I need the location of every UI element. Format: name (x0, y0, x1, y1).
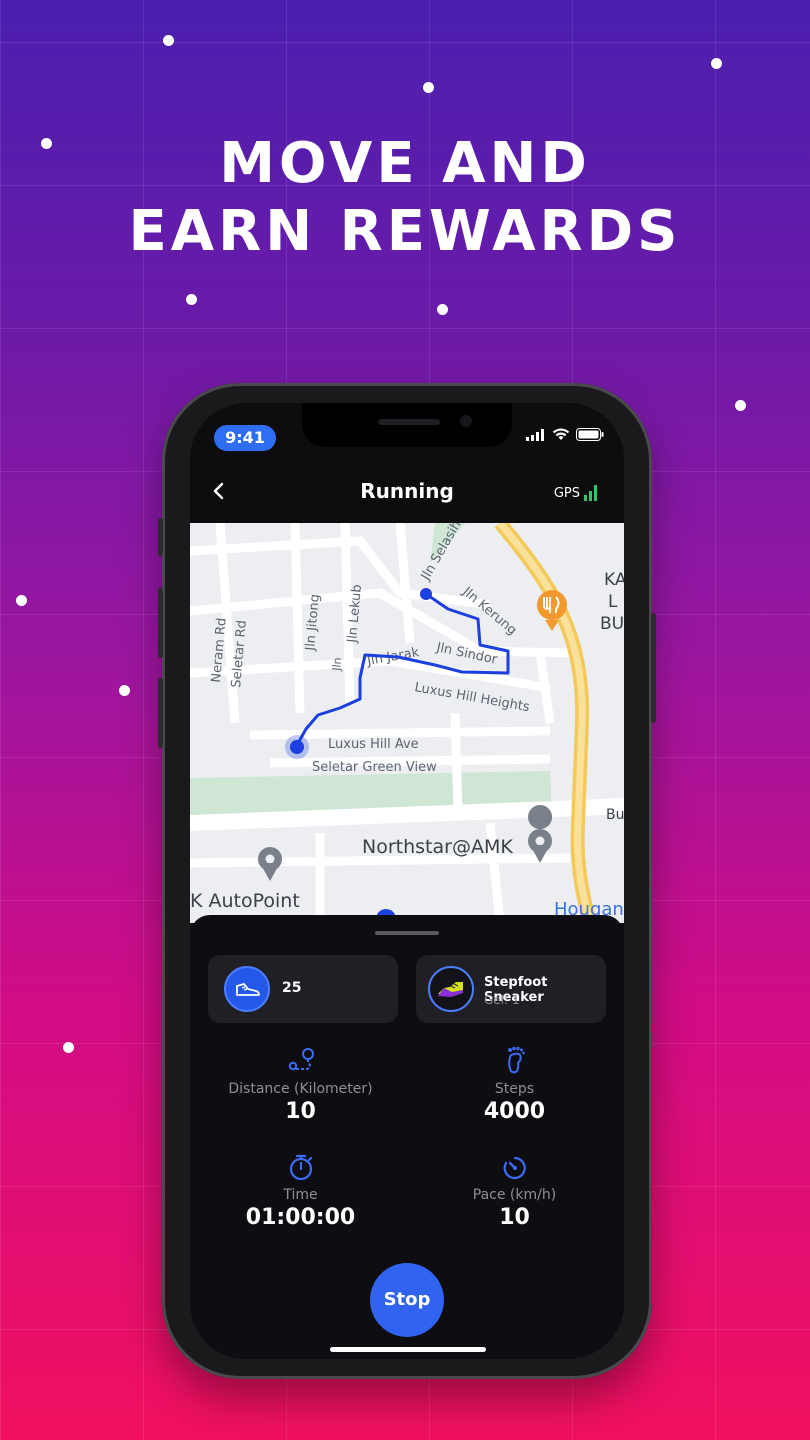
star-decoration (711, 58, 722, 69)
place-label: Northstar@AMK (362, 836, 513, 858)
signal-icon (526, 428, 544, 441)
home-indicator[interactable] (330, 1347, 486, 1352)
pace-stat: Pace (km/h) 10 (406, 1151, 623, 1230)
speaker (378, 419, 440, 425)
status-icons (526, 428, 604, 441)
notch (302, 403, 512, 447)
sneaker-avatar (428, 966, 474, 1012)
star-decoration (437, 304, 448, 315)
current-position-marker (290, 740, 304, 754)
shoe-icon (236, 983, 260, 996)
tokens-card[interactable]: 25 (208, 955, 398, 1023)
area-label: KA (604, 570, 624, 590)
route-pin-icon (288, 1048, 314, 1071)
route-start-marker (420, 588, 432, 600)
steps-value: 4000 (483, 1099, 546, 1124)
street-label: Luxus Hill Ave (328, 737, 419, 752)
area-label: BU (600, 614, 624, 634)
map-canvas[interactable]: Jln Selasih Jln Kerung Jln Sindor Jln Ji… (190, 523, 624, 923)
area-label: Bu (606, 807, 624, 823)
hero-line-2: EARN REWARDS (128, 199, 682, 264)
stop-button[interactable]: Stop (370, 1263, 444, 1337)
star-decoration (16, 595, 27, 606)
gps-signal-icon (584, 485, 597, 501)
phone-frame: 9:41 Running GPS Jln Selasih Jln Kerung … (158, 383, 656, 1379)
footprint-icon (507, 1046, 525, 1074)
time-label: Time (283, 1187, 318, 1203)
status-time: 9:41 (214, 425, 276, 451)
steps-label: Steps (494, 1081, 535, 1097)
phone-side-button (158, 588, 163, 658)
star-decoration (735, 400, 746, 411)
app-header: Running GPS (190, 465, 624, 523)
route-map[interactable]: Jln Selasih Jln Kerung Jln Sindor Jln Ji… (190, 523, 624, 923)
hero-headline: MOVE AND EARN REWARDS (0, 130, 810, 266)
pace-label: Pace (km/h) (472, 1187, 557, 1203)
sneaker-gel: Gel: 1 (484, 993, 520, 1007)
steps-stat: Steps 4000 (406, 1045, 623, 1124)
star-decoration (63, 1042, 74, 1053)
star-decoration (163, 35, 174, 46)
area-label: L (608, 592, 618, 612)
distance-label: Distance (Kilometer) (228, 1081, 373, 1097)
star-decoration (423, 82, 434, 93)
distance-value: 10 (285, 1099, 316, 1124)
badge-circle (224, 966, 270, 1012)
distance-stat: Distance (Kilometer) 10 (192, 1045, 409, 1124)
tokens-value: 25 (282, 980, 302, 996)
gps-indicator: GPS (554, 485, 598, 501)
time-value: 01:00:00 (245, 1205, 356, 1230)
star-decoration (119, 685, 130, 696)
drag-handle[interactable] (375, 931, 439, 935)
phone-side-button (158, 518, 163, 556)
star-decoration (186, 294, 197, 305)
street-label: Seletar Green View (312, 760, 437, 775)
stopwatch-icon (289, 1154, 312, 1181)
camera (460, 415, 472, 427)
speedometer-icon (503, 1156, 526, 1180)
phone-side-button (651, 613, 656, 723)
battery-icon (576, 428, 604, 441)
phone-side-button (158, 678, 163, 748)
hero-line-1: MOVE AND (219, 131, 591, 196)
time-stat: Time 01:00:00 (192, 1151, 409, 1230)
street-label: Jln (330, 657, 344, 672)
place-label: K AutoPoint (190, 890, 300, 912)
activity-panel: 25 Stepfoot Sneaker Gel: 1 Distance (Kil… (190, 915, 624, 1359)
phone-screen: 9:41 Running GPS Jln Selasih Jln Kerung … (190, 403, 624, 1359)
sneaker-icon (438, 982, 463, 997)
wifi-icon (552, 428, 570, 440)
pace-value: 10 (499, 1205, 530, 1230)
gps-label: GPS (553, 486, 580, 501)
sneaker-card[interactable]: Stepfoot Sneaker Gel: 1 (416, 955, 606, 1023)
